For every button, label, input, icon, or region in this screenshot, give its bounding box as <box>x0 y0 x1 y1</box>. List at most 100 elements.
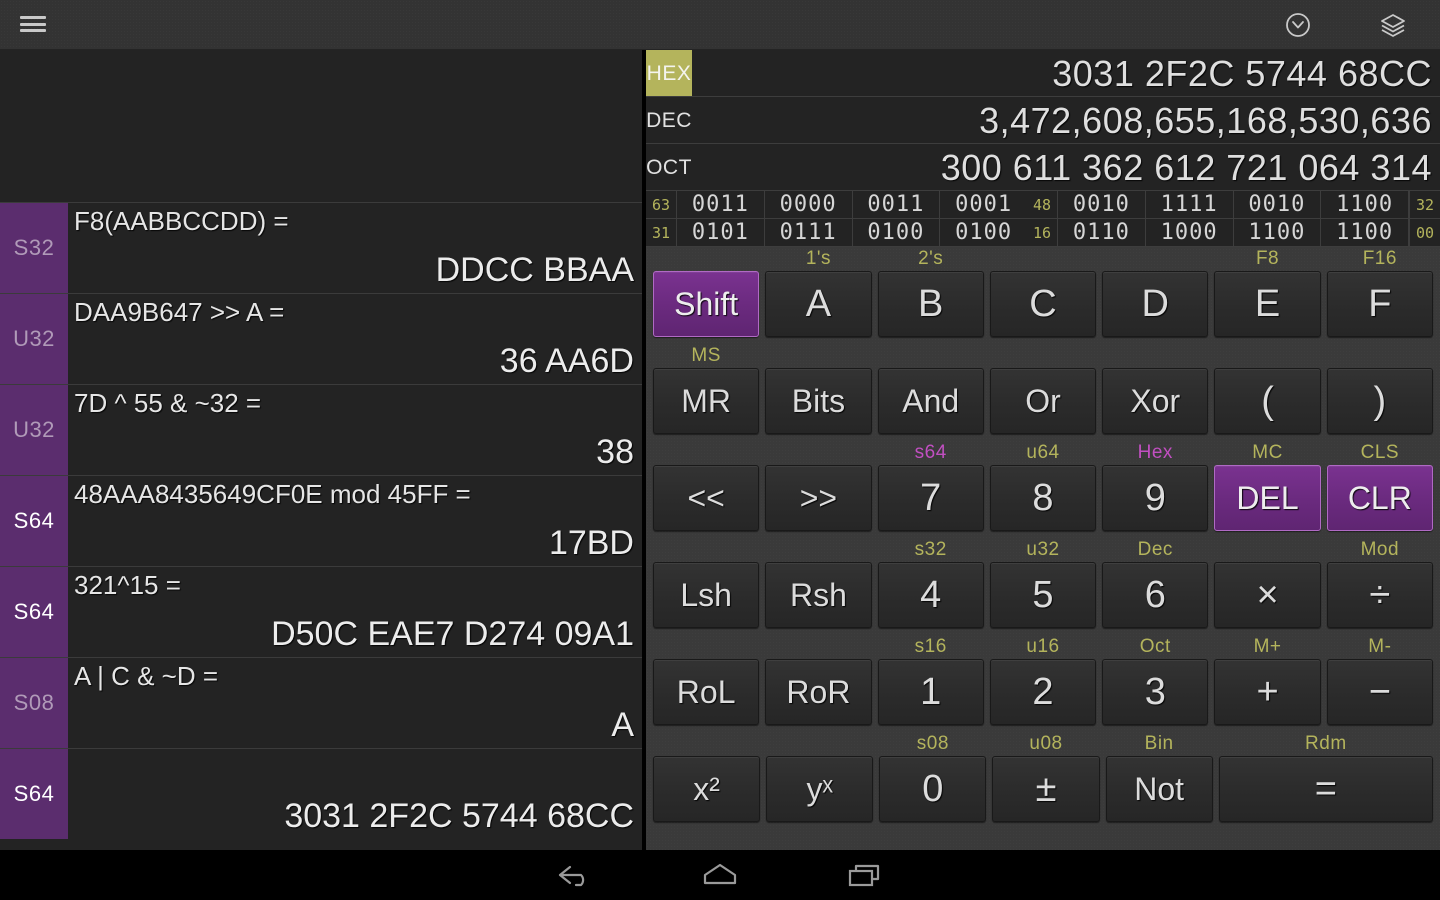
keypad-row: << >> s64 7 u64 8 Hex 9 MC DEL CLS CLR <box>650 441 1436 538</box>
history-row[interactable]: S64 3031 2F2C 5744 68CC <box>0 748 642 839</box>
key-op[interactable]: >> <box>765 465 872 531</box>
key-y[interactable]: yˣ <box>766 756 874 822</box>
binary-nibble[interactable]: 0111 <box>765 219 853 246</box>
key-op[interactable]: − <box>1326 659 1433 725</box>
binary-display: 63 0011 0000 0011 0001 48 0010 1111 0010 1100 32 31… <box>646 191 1440 247</box>
history-row-body: DAA9B647 >> A = 36 AA6D <box>68 294 642 384</box>
key-5[interactable]: 5 <box>989 562 1097 628</box>
binary-nibble[interactable]: 1111 <box>1146 191 1234 218</box>
history-row-body: 48AAA8435649CF0E mod 45FF = 17BD <box>68 476 642 566</box>
binary-nibble[interactable]: 0001 <box>940 191 1027 218</box>
key-shift-label: Dec <box>1137 539 1173 560</box>
layers-stack-icon[interactable] <box>1378 10 1408 40</box>
clock-history-icon[interactable] <box>1283 10 1313 40</box>
key-rsh[interactable]: Rsh <box>765 562 872 628</box>
binary-row: 63 0011 0000 0011 0001 48 0010 1111 0010 1100 32 <box>646 191 1440 219</box>
key-0[interactable]: 0 <box>879 756 987 822</box>
key-rol[interactable]: RoL <box>653 659 760 725</box>
key-clr[interactable]: CLR <box>1326 465 1433 531</box>
key-or[interactable]: Or <box>989 368 1097 434</box>
key-shift-label: u32 <box>1026 539 1060 560</box>
binary-nibble[interactable]: 1100 <box>1234 219 1322 246</box>
key-7[interactable]: 7 <box>877 465 984 531</box>
binary-nibble[interactable]: 0100 <box>853 219 941 246</box>
menu-bar-3 <box>20 29 46 32</box>
binary-nibble[interactable]: 0011 <box>677 191 765 218</box>
keypad-cell: u32 5 <box>987 538 1099 635</box>
binary-nibble[interactable]: 0000 <box>765 191 853 218</box>
keypad: Shift 1's A 2's B C D F8 E F16 F MS MR Bits And Or Xor()… <box>646 247 1440 829</box>
binary-nibble[interactable]: 0010 <box>1058 191 1146 218</box>
hamburger-menu-icon[interactable] <box>20 13 46 35</box>
history-expression: A | C & ~D = <box>74 661 219 691</box>
key-shift-label: Mod <box>1360 539 1400 560</box>
key-lsh[interactable]: Lsh <box>653 562 760 628</box>
binary-nibble[interactable]: 1100 <box>1321 191 1409 218</box>
history-row[interactable]: S64 48AAA8435649CF0E mod 45FF = 17BD <box>0 475 642 566</box>
key-bits[interactable]: Bits <box>765 368 872 434</box>
key-x[interactable]: x² <box>653 756 761 822</box>
binary-nibble[interactable]: 1100 <box>1321 219 1409 246</box>
key-del[interactable]: DEL <box>1214 465 1321 531</box>
key-shift-label: MS <box>691 345 721 366</box>
history-row[interactable]: S08 A | C & ~D = A <box>0 657 642 748</box>
history-row-body: 321^15 = D50C EAE7 D274 09A1 <box>68 567 642 657</box>
key-b[interactable]: B <box>877 271 984 337</box>
key-op[interactable]: << <box>653 465 760 531</box>
history-row[interactable]: U32 7D ^ 55 & ~32 = 38 <box>0 384 642 475</box>
key-xor[interactable]: Xor <box>1102 368 1209 434</box>
key-c[interactable]: C <box>989 271 1097 337</box>
key-op[interactable]: ÷ <box>1326 562 1433 628</box>
key-1[interactable]: 1 <box>877 659 984 725</box>
bit-index-mid: 48 <box>1027 191 1058 218</box>
key-and[interactable]: And <box>877 368 984 434</box>
key-op[interactable]: + <box>1214 659 1321 725</box>
display-row-dec[interactable]: DEC 3,472,608,655,168,530,636 <box>646 97 1440 144</box>
key-op[interactable]: = <box>1218 756 1433 822</box>
keypad-cell: Lsh <box>650 538 762 635</box>
binary-nibble[interactable]: 0010 <box>1234 191 1322 218</box>
key-4[interactable]: 4 <box>877 562 984 628</box>
history-row[interactable]: S64 321^15 = D50C EAE7 D274 09A1 <box>0 566 642 657</box>
key-2[interactable]: 2 <box>989 659 1097 725</box>
history-row-body: A | C & ~D = A <box>68 658 642 748</box>
key-8[interactable]: 8 <box>989 465 1097 531</box>
key-op[interactable]: ( <box>1214 368 1321 434</box>
binary-nibble[interactable]: 0100 <box>940 219 1027 246</box>
key-a[interactable]: A <box>765 271 872 337</box>
key-not[interactable]: Not <box>1105 756 1213 822</box>
key-f[interactable]: F <box>1326 271 1433 337</box>
key-d[interactable]: D <box>1102 271 1209 337</box>
base-label-oct[interactable]: OCT <box>646 144 692 190</box>
key-6[interactable]: 6 <box>1102 562 1209 628</box>
key-mr[interactable]: MR <box>653 368 760 434</box>
history-pane[interactable]: S32 F8(AABBCCDD) = DDCC BBAA U32 DAA9B647 >>… <box>0 50 644 850</box>
display-row-oct[interactable]: OCT 300 611 362 612 721 064 314 <box>646 144 1440 191</box>
history-row-body: F8(AABBCCDD) = DDCC BBAA <box>68 203 642 293</box>
key-shift-label: s08 <box>916 733 949 754</box>
recent-apps-icon[interactable] <box>838 858 894 892</box>
binary-nibble[interactable]: 0011 <box>853 191 941 218</box>
binary-nibble[interactable]: 0110 <box>1058 219 1146 246</box>
key-e[interactable]: E <box>1214 271 1321 337</box>
home-icon[interactable] <box>692 858 748 892</box>
key-op[interactable]: × <box>1214 562 1321 628</box>
key-shift[interactable]: Shift <box>653 271 760 337</box>
key-3[interactable]: 3 <box>1102 659 1209 725</box>
key-op[interactable]: ± <box>992 756 1100 822</box>
binary-nibble[interactable]: 0101 <box>677 219 765 246</box>
keypad-cell: Oct 3 <box>1099 635 1211 732</box>
keypad-row: RoL RoR s16 1 u16 2 Oct 3 M+ + M- − <box>650 635 1436 732</box>
key-9[interactable]: 9 <box>1102 465 1209 531</box>
history-row[interactable]: S32 F8(AABBCCDD) = DDCC BBAA <box>0 202 642 293</box>
key-op[interactable]: ) <box>1326 368 1433 434</box>
binary-nibble[interactable]: 1000 <box>1146 219 1234 246</box>
history-row[interactable]: U32 DAA9B647 >> A = 36 AA6D <box>0 293 642 384</box>
key-ror[interactable]: RoR <box>765 659 872 725</box>
keypad-cell: Rsh <box>762 538 874 635</box>
display-row-hex[interactable]: HEX 3031 2F2C 5744 68CC <box>646 50 1440 97</box>
keypad-cell: M+ + <box>1211 635 1323 732</box>
base-label-dec[interactable]: DEC <box>646 97 692 143</box>
back-arrow-icon[interactable] <box>548 858 604 892</box>
base-label-hex[interactable]: HEX <box>646 50 692 96</box>
